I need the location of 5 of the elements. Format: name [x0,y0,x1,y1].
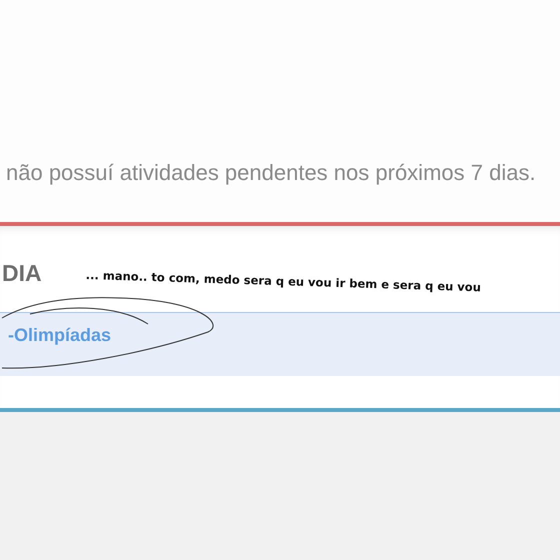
handwritten-note: ... mano.. to com, medo sera q eu vou ir bem e sera q eu vou [85,268,481,294]
activity-row[interactable]: -Olimpíadas [0,312,560,376]
section-heading: DIA [2,260,42,287]
activity-title: -Olimpíadas [8,325,112,345]
notice-text: não possuí atividades pendentes nos próximos 7 dias. [6,160,536,186]
